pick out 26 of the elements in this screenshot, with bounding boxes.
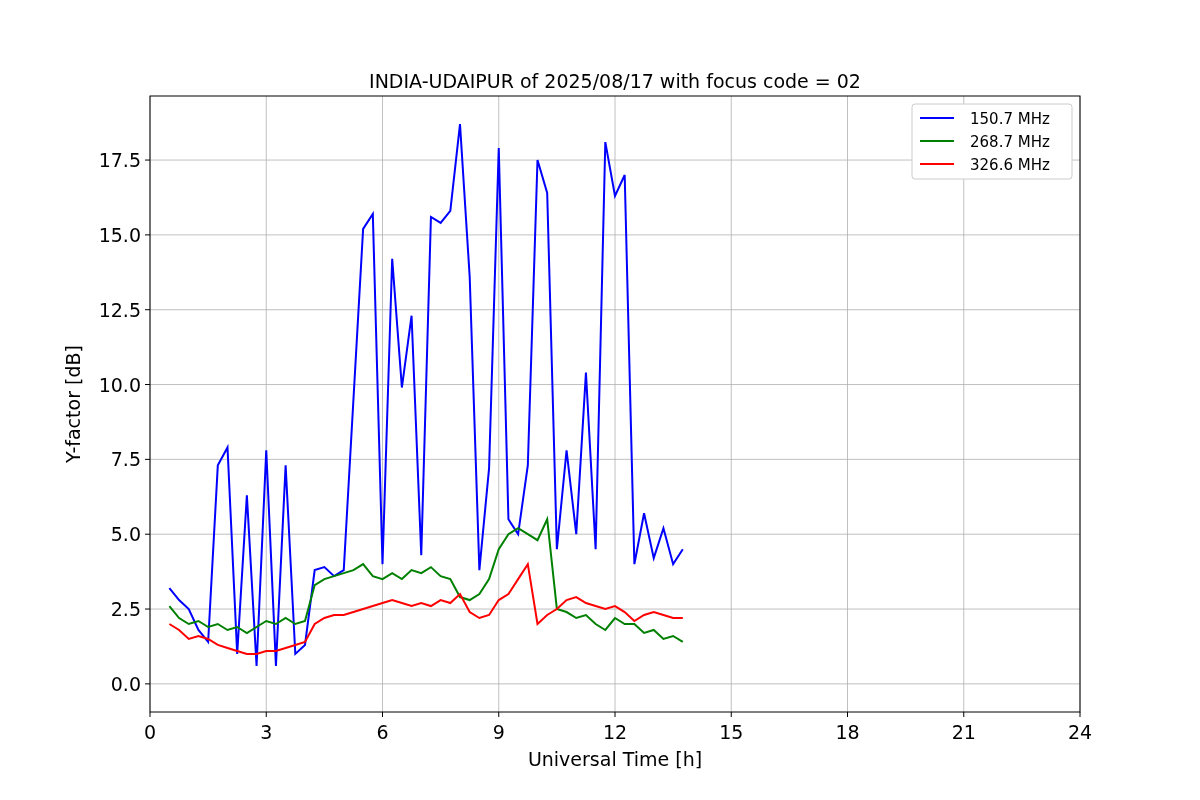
y-axis-label: Y-factor [dB] — [62, 345, 84, 463]
tick-label: 24 — [1067, 721, 1093, 743]
tick-label: 0.0 — [110, 672, 141, 695]
tick-label: 21 — [951, 721, 976, 743]
x-axis-label: Universal Time [h] — [527, 748, 703, 770]
legend-label: 150.7 MHz — [970, 110, 1050, 128]
tick-label: 17.5 — [98, 149, 141, 172]
tick-label: 2.5 — [110, 598, 141, 621]
tick-label: 9 — [492, 721, 505, 743]
tick-label: 7.5 — [110, 448, 141, 471]
tick-label: 5.0 — [110, 523, 141, 546]
tick-label: 15.0 — [98, 223, 141, 246]
tick-label: 18 — [835, 721, 860, 743]
tick-label: 6 — [376, 721, 389, 743]
legend-line-icon — [919, 163, 955, 165]
tick-label: 15 — [719, 721, 744, 743]
tick-label: 3 — [260, 721, 273, 743]
legend-line-icon — [919, 117, 955, 119]
tick-label: 0 — [143, 721, 157, 743]
legend-line-icon — [919, 140, 955, 142]
chart-title: INDIA-UDAIPUR of 2025/08/17 with focus code = 02 — [369, 70, 861, 92]
tick-label: 12 — [602, 721, 628, 743]
tick-label: 12.5 — [98, 298, 141, 321]
legend-label: 268.7 MHz — [970, 133, 1050, 151]
tick-label: 10.0 — [98, 373, 141, 396]
legend-label: 326.6 MHz — [970, 156, 1050, 174]
